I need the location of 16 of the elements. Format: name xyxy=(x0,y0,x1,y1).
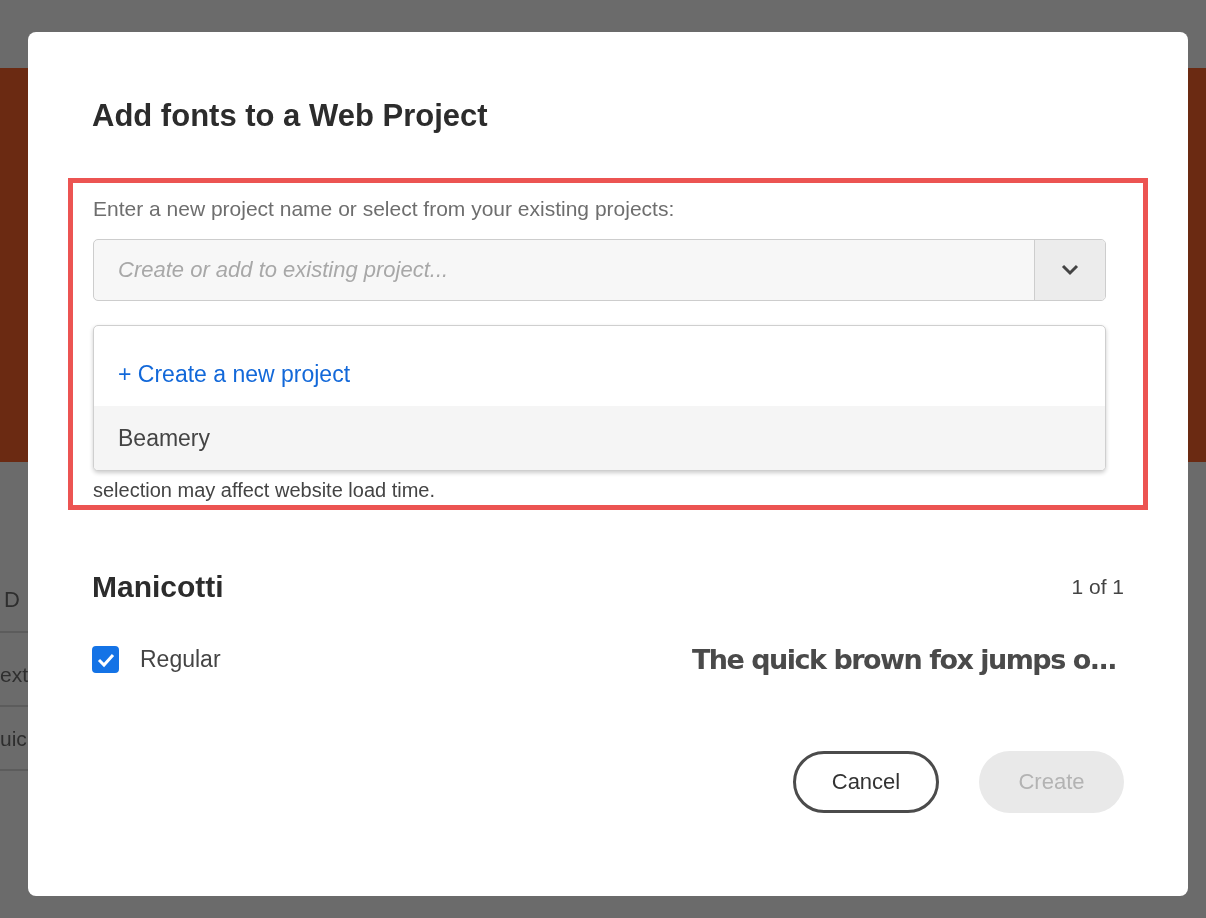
dialog-title: Add fonts to a Web Project xyxy=(92,97,489,135)
chevron-down-icon xyxy=(1060,263,1080,277)
checkmark-icon xyxy=(95,651,116,668)
style-count: 1 of 1 xyxy=(1071,575,1124,599)
menu-item[interactable]: Beamery xyxy=(94,406,1105,470)
field-label: Enter a new project name or select from your existing projects: xyxy=(93,196,676,222)
style-name: Regular xyxy=(140,646,221,673)
font-sample: The quick brown fox jumps o... xyxy=(691,644,1116,675)
page-text: uic xyxy=(0,727,28,751)
checkbox[interactable] xyxy=(92,646,119,673)
page-text: D xyxy=(3,587,21,613)
info-text: selection may affect website load time. xyxy=(93,479,436,501)
cancel-button[interactable]: Cancel xyxy=(793,751,939,813)
menu-item[interactable]: + Create a new project xyxy=(94,342,1105,406)
page-text: ext xyxy=(0,663,29,687)
font-family-name: Manicotti xyxy=(92,570,224,604)
